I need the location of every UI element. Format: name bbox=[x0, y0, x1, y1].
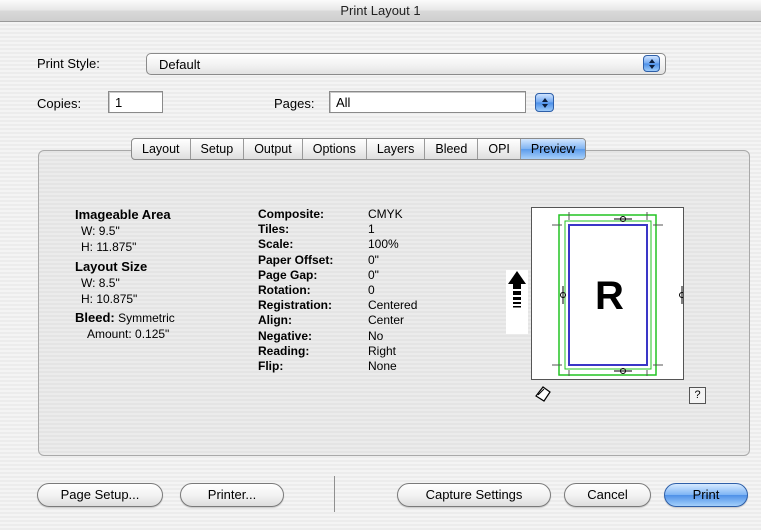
setting-value: None bbox=[368, 359, 397, 374]
settings-summary: Composite: CMYK Tiles: 1 Scale: 100% Paper … bbox=[258, 207, 417, 374]
settings-row: Tiles: 1 bbox=[258, 222, 417, 237]
size-info: Imageable Area W: 9.5" H: 11.875" Layout… bbox=[75, 207, 175, 342]
tab-layers[interactable]: Layers bbox=[367, 139, 426, 159]
imageable-width: W: 9.5" bbox=[81, 224, 120, 238]
print-style-arrows-icon bbox=[643, 55, 660, 72]
setting-key: Negative: bbox=[258, 328, 313, 343]
tab-options[interactable]: Options bbox=[303, 139, 367, 159]
settings-row: Page Gap: 0" bbox=[258, 268, 417, 283]
setting-key: Rotation: bbox=[258, 283, 311, 298]
page-preview: R bbox=[531, 207, 684, 380]
bleed-line: Bleed: Symmetric bbox=[75, 310, 175, 326]
settings-row: Negative: No bbox=[258, 329, 417, 344]
cancel-button[interactable]: Cancel bbox=[564, 483, 651, 507]
setting-value: Right bbox=[368, 343, 397, 358]
setting-key: Composite: bbox=[258, 207, 324, 221]
setting-value: 0" bbox=[368, 267, 379, 282]
tab-setup[interactable]: Setup bbox=[191, 139, 245, 159]
tab-opi[interactable]: OPI bbox=[478, 139, 521, 159]
settings-row: Paper Offset: 0" bbox=[258, 253, 417, 268]
preview-letter: R bbox=[595, 274, 624, 318]
settings-row: Rotation: 0 bbox=[258, 283, 417, 298]
bleed-label: Bleed: bbox=[75, 310, 115, 325]
settings-row: Registration: Centered bbox=[258, 298, 417, 313]
print-style-popup[interactable]: Default bbox=[146, 53, 666, 75]
pages-popup-arrows-icon[interactable] bbox=[535, 93, 554, 112]
button-separator bbox=[334, 476, 335, 512]
setting-key: Scale: bbox=[258, 237, 294, 252]
bleed-value: Symmetric bbox=[118, 311, 175, 325]
print-button[interactable]: Print bbox=[664, 483, 748, 507]
imageable-area-heading: Imageable Area bbox=[75, 207, 171, 222]
setting-key: Reading: bbox=[258, 343, 310, 358]
setting-key: Flip: bbox=[258, 359, 284, 374]
page-setup-button[interactable]: Page Setup... bbox=[37, 483, 163, 507]
layout-size-heading: Layout Size bbox=[75, 259, 148, 274]
feed-direction-arrow-icon bbox=[506, 270, 528, 337]
capture-settings-button[interactable]: Capture Settings bbox=[397, 483, 551, 507]
window-title: Print Layout 1 bbox=[340, 3, 421, 18]
setting-value: CMYK bbox=[368, 207, 403, 221]
setting-value: No bbox=[368, 328, 384, 343]
layout-height: H: 10.875" bbox=[81, 292, 138, 306]
tab-preview[interactable]: Preview bbox=[520, 139, 586, 159]
copies-field[interactable]: 1 bbox=[108, 91, 163, 113]
help-button[interactable]: ? bbox=[689, 387, 706, 404]
bleed-amount: Amount: 0.125" bbox=[87, 327, 170, 341]
setting-key: Align: bbox=[258, 313, 292, 328]
setting-value: Center bbox=[368, 313, 405, 328]
copies-label: Copies: bbox=[37, 96, 82, 111]
settings-row: Composite: CMYK bbox=[258, 207, 417, 222]
tab-layout[interactable]: Layout bbox=[132, 139, 191, 159]
setting-key: Paper Offset: bbox=[258, 252, 334, 267]
settings-row: Reading: Right bbox=[258, 344, 417, 359]
pages-field[interactable]: All bbox=[329, 91, 526, 113]
layout-width: W: 8.5" bbox=[81, 276, 120, 290]
setting-value: Centered bbox=[368, 298, 418, 313]
imageable-height: H: 11.875" bbox=[81, 240, 137, 254]
print-style-value: Default bbox=[159, 57, 201, 72]
pages-label: Pages: bbox=[274, 96, 315, 111]
settings-row: Flip: None bbox=[258, 359, 417, 374]
setting-value: 1 bbox=[368, 222, 375, 237]
setting-value: 0 bbox=[368, 283, 375, 298]
printer-button[interactable]: Printer... bbox=[180, 483, 284, 507]
rotate-hand-icon[interactable] bbox=[533, 384, 553, 407]
setting-key: Registration: bbox=[258, 298, 333, 313]
setting-key: Tiles: bbox=[258, 222, 290, 237]
setting-value: 0" bbox=[368, 252, 379, 267]
setting-key: Page Gap: bbox=[258, 267, 318, 282]
tab-bleed[interactable]: Bleed bbox=[425, 139, 479, 159]
settings-row: Align: Center bbox=[258, 313, 417, 328]
settings-row: Scale: 100% bbox=[258, 237, 417, 252]
setting-value: 100% bbox=[368, 237, 399, 252]
print-style-label: Print Style: bbox=[37, 56, 100, 71]
tab-bar: Layout Setup Output Options Layers Bleed… bbox=[131, 138, 587, 160]
tab-output[interactable]: Output bbox=[244, 139, 303, 159]
window-titlebar: Print Layout 1 bbox=[0, 0, 761, 22]
